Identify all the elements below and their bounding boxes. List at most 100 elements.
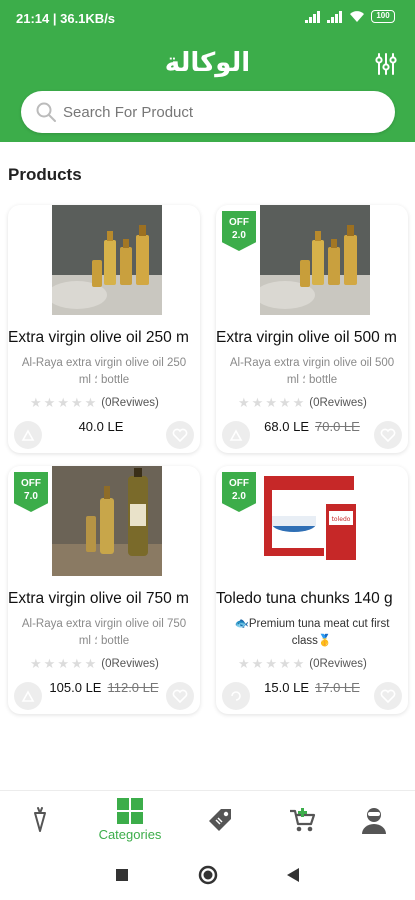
product-card[interactable]: Extra virgin olive oil 250 m Al-Raya ext… [8, 205, 200, 453]
nav-item-home[interactable] [22, 791, 58, 849]
search-input[interactable] [63, 103, 363, 121]
carrot-icon [34, 807, 46, 832]
review-count: (0Reviwes) [309, 397, 367, 409]
product-rating: ★ ★ ★ ★ ★ (0Reviwes) [238, 395, 367, 411]
favorite-button[interactable] [166, 682, 194, 710]
discount-badge: OFF 2.0 [222, 472, 256, 512]
star-icon: ★ [30, 395, 42, 410]
product-rating: ★ ★ ★ ★ ★ (0Reviwes) [30, 395, 159, 411]
product-old-price: 112.0 LE [107, 680, 159, 695]
home-icon[interactable] [198, 865, 218, 885]
add-to-cart-button[interactable] [14, 421, 42, 449]
signal-icon [327, 10, 343, 23]
star-icon: ★ [84, 656, 97, 671]
badge-line1: OFF [21, 478, 41, 489]
olive-oil-product-image [52, 205, 162, 315]
product-card[interactable]: toledo OFF 2.0 Toledo tuna chunks 140 g 🐟… [216, 466, 408, 714]
filter-icon[interactable] [375, 52, 397, 76]
olive-oil-product-image [52, 466, 162, 576]
olive-oil-product-image [260, 205, 370, 315]
status-time: 21:14 | 36.1KB/s [16, 11, 116, 26]
app-header: 21:14 | 36.1KB/s 100 الوكالة [0, 0, 415, 142]
badge-line1: OFF [229, 478, 249, 489]
discount-badge: OFF 2.0 [222, 211, 256, 251]
nav-item-profile[interactable] [356, 791, 392, 849]
star-icon: ★ [238, 395, 250, 410]
product-price: 40.0 LE [78, 419, 124, 434]
star-icon: ★ [278, 656, 291, 671]
heart-icon [172, 689, 188, 704]
star-icon: ★ [238, 656, 250, 671]
star-icon: ★ [292, 656, 305, 671]
favorite-button[interactable] [374, 421, 402, 449]
cart-add-icon [231, 691, 241, 701]
product-card[interactable]: OFF 7.0 Extra virgin olive oil 750 m Al-R… [8, 466, 200, 714]
product-old-price: 70.0 LE [315, 419, 360, 434]
back-icon[interactable] [286, 867, 300, 883]
signal-icon [305, 10, 321, 23]
heart-icon [172, 428, 188, 443]
star-icon: ★ [84, 395, 97, 410]
product-rating: ★ ★ ★ ★ ★ (0Reviwes) [30, 656, 159, 672]
star-icon: ★ [43, 395, 56, 410]
add-to-cart-button[interactable] [222, 421, 250, 449]
star-icon: ★ [292, 395, 305, 410]
star-icon: ★ [70, 656, 83, 671]
star-icon: ★ [57, 656, 69, 671]
product-description: Al-Raya extra virgin olive oil 250 ml ؛ … [21, 357, 187, 386]
cart-icon [290, 808, 316, 832]
product-name: Extra virgin olive oil 500 m [216, 329, 397, 346]
add-to-cart-button[interactable] [222, 682, 250, 710]
star-icon: ★ [278, 395, 291, 410]
star-icon: ★ [70, 395, 83, 410]
star-icon: ★ [251, 656, 264, 671]
favorite-button[interactable] [166, 421, 194, 449]
product-card[interactable]: OFF 2.0 Extra virgin olive oil 500 m Al-R… [216, 205, 408, 453]
app-title: الوكالة [164, 48, 251, 78]
review-count: (0Reviwes) [101, 397, 159, 409]
badge-line2: 2.0 [232, 230, 246, 241]
product-price: 15.0 LE [264, 680, 309, 695]
status-icons: 100 [305, 10, 395, 23]
star-icon: ★ [57, 395, 69, 410]
heart-icon [380, 428, 396, 443]
product-old-price: 17.0 LE [315, 680, 360, 695]
search-icon [36, 102, 56, 122]
product-description: Al-Raya extra virgin olive oil 500 ml ؛ … [229, 357, 395, 386]
tuna-product-image: toledo [260, 466, 370, 576]
nav-item-categories[interactable]: Categories [90, 791, 170, 849]
profile-icon [362, 808, 386, 834]
star-icon: ★ [43, 656, 56, 671]
product-name: Toledo tuna chunks 140 g [216, 590, 393, 607]
product-description: Al-Raya extra virgin olive oil 750 ml ؛ … [21, 618, 187, 647]
product-name: Extra virgin olive oil 750 m [8, 590, 189, 607]
cart-add-icon [21, 429, 35, 441]
system-navigation-bar [0, 848, 415, 900]
add-to-cart-button[interactable] [14, 682, 42, 710]
product-price: 68.0 LE [264, 419, 309, 434]
review-count: (0Reviwes) [309, 658, 367, 670]
star-icon: ★ [265, 656, 277, 671]
svg-text:toledo: toledo [332, 516, 351, 523]
wifi-icon [350, 11, 364, 22]
review-count: (0Reviwes) [101, 658, 159, 670]
nav-item-cart[interactable] [282, 791, 322, 849]
cart-add-icon [21, 690, 35, 702]
bottom-navigation: Categories [0, 790, 415, 848]
cart-add-icon [229, 429, 243, 441]
product-price: 105.0 LE [49, 680, 102, 695]
badge-line2: 2.0 [232, 491, 246, 502]
section-title: Products [8, 165, 82, 184]
product-description: 🐟Premium tuna meat cut first class🥇 [234, 618, 390, 647]
star-icon: ★ [265, 395, 277, 410]
badge-line2: 7.0 [24, 491, 38, 502]
search-bar[interactable] [21, 91, 395, 133]
price-tag-icon [209, 809, 231, 831]
favorite-button[interactable] [374, 682, 402, 710]
categories-grid-icon [117, 798, 143, 824]
heart-icon [380, 689, 396, 704]
recent-apps-icon[interactable] [115, 868, 129, 882]
nav-item-offers[interactable] [200, 791, 240, 849]
badge-line1: OFF [229, 217, 249, 228]
nav-item-label: Categories [98, 827, 162, 842]
